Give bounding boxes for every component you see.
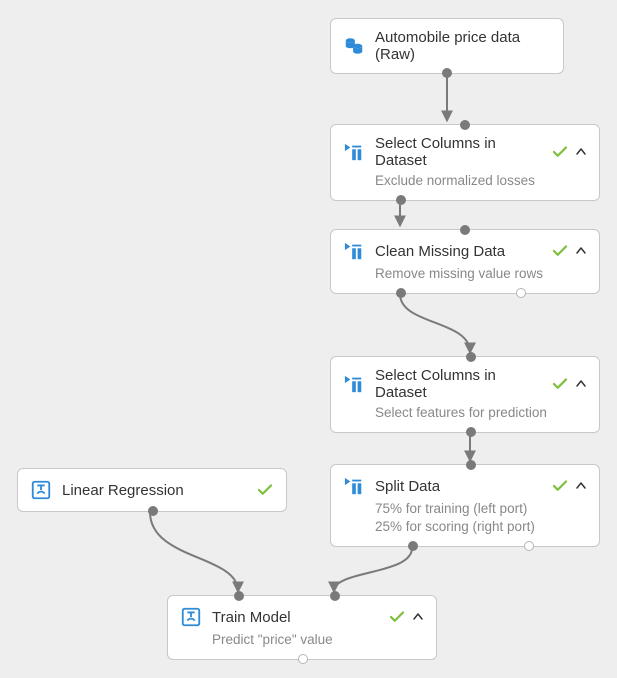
node-title: Linear Regression — [62, 482, 248, 499]
node-subtitle: Exclude normalized losses — [375, 172, 587, 190]
check-icon — [551, 143, 569, 161]
collapse-caret-icon[interactable] — [575, 146, 587, 158]
check-icon — [388, 608, 406, 626]
node-subtitle: Predict "price" value — [212, 631, 424, 649]
node-title: Automobile price data (Raw) — [375, 29, 551, 63]
node-train-model[interactable]: Train Model Predict "price" value — [167, 595, 437, 660]
node-select-columns-2[interactable]: Select Columns in Dataset Select feature… — [330, 356, 600, 433]
check-icon — [551, 242, 569, 260]
check-icon — [256, 481, 274, 499]
node-subtitle: Remove missing value rows — [375, 265, 587, 283]
node-split-data[interactable]: Split Data 75% for training (left port) … — [330, 464, 600, 547]
node-subtitle-line1: 75% for training (left port) — [375, 500, 587, 518]
select-columns-icon — [343, 240, 365, 262]
node-title: Select Columns in Dataset — [375, 135, 543, 169]
node-select-columns-1[interactable]: Select Columns in Dataset Exclude normal… — [330, 124, 600, 201]
node-linear-regression[interactable]: Linear Regression — [17, 468, 287, 512]
collapse-caret-icon[interactable] — [575, 480, 587, 492]
node-title: Split Data — [375, 478, 543, 495]
node-subtitle-line2: 25% for scoring (right port) — [375, 518, 587, 536]
node-subtitle: Select features for prediction — [375, 404, 587, 422]
check-icon — [551, 477, 569, 495]
pipeline-canvas[interactable]: Automobile price data (Raw) Select Colum… — [0, 0, 617, 678]
dataset-icon — [343, 35, 365, 57]
node-title: Train Model — [212, 609, 380, 626]
select-columns-icon — [343, 373, 365, 395]
node-automobile-price-data[interactable]: Automobile price data (Raw) — [330, 18, 564, 74]
connector-lines — [0, 0, 617, 678]
collapse-caret-icon[interactable] — [575, 245, 587, 257]
model-icon — [30, 479, 52, 501]
select-columns-icon — [343, 141, 365, 163]
collapse-caret-icon[interactable] — [412, 611, 424, 623]
check-icon — [551, 375, 569, 393]
select-columns-icon — [343, 475, 365, 497]
node-title: Select Columns in Dataset — [375, 367, 543, 401]
model-icon — [180, 606, 202, 628]
collapse-caret-icon[interactable] — [575, 378, 587, 390]
node-title: Clean Missing Data — [375, 243, 543, 260]
node-clean-missing-data[interactable]: Clean Missing Data Remove missing value … — [330, 229, 600, 294]
